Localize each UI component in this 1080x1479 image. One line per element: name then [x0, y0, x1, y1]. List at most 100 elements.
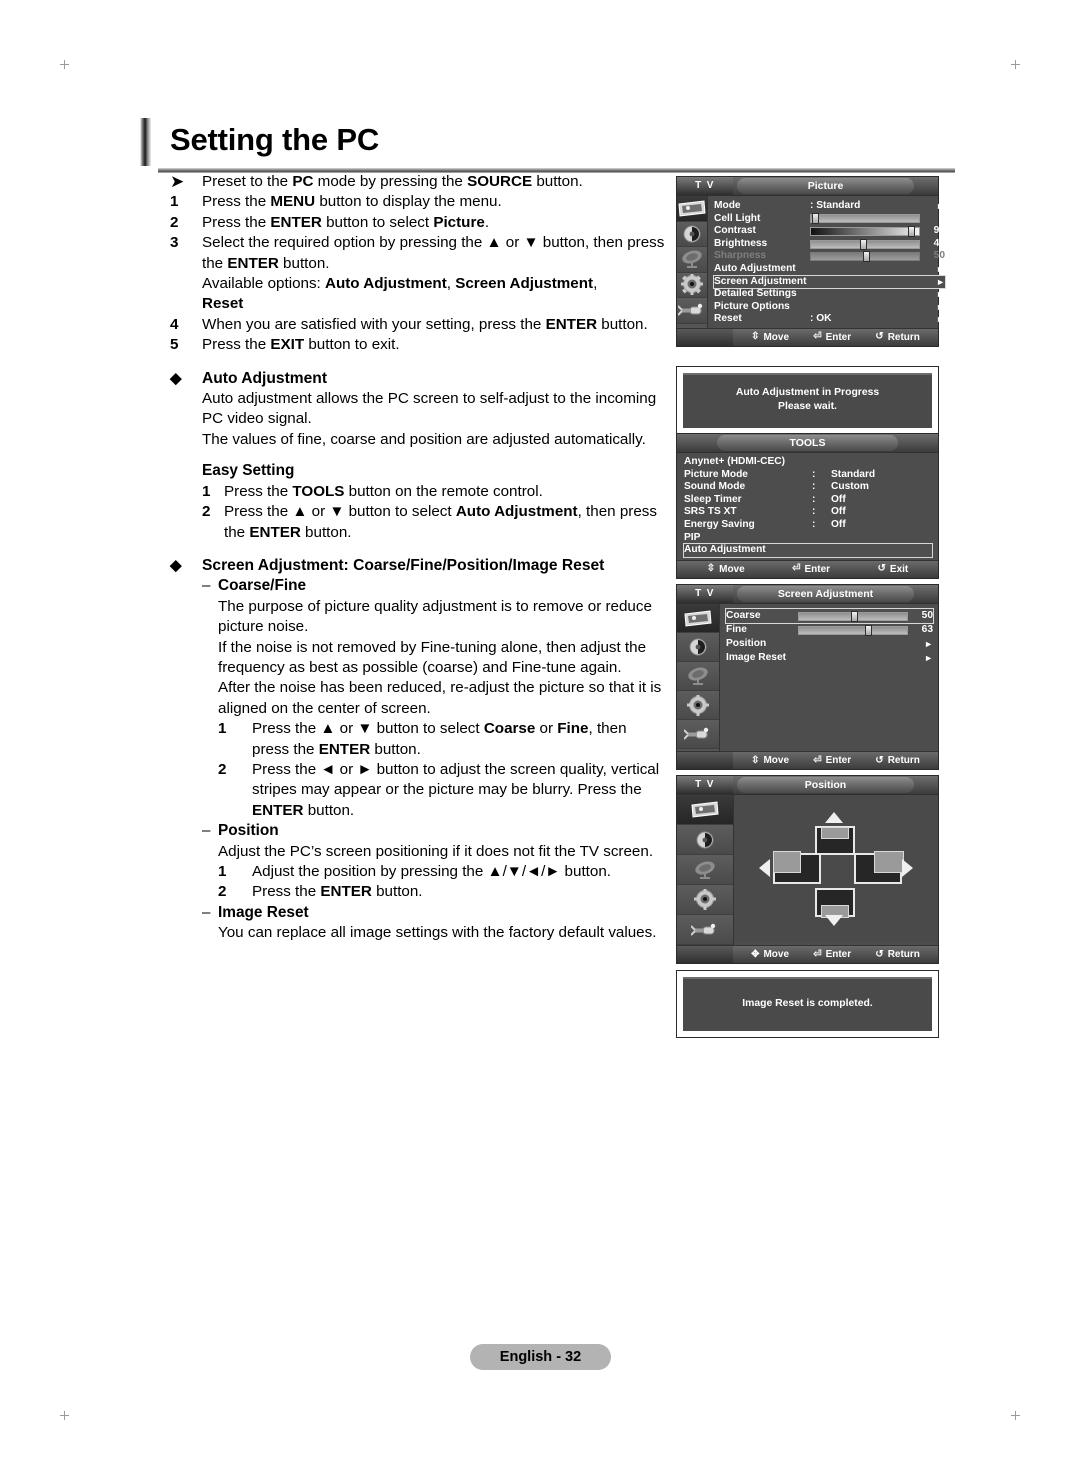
menu-row-mode[interactable]: Mode : Standard ► [714, 200, 945, 213]
brightness-slider[interactable] [810, 238, 920, 250]
down-arrow-icon [825, 915, 843, 926]
contrast-slider[interactable] [810, 225, 920, 237]
menu-row-brightness[interactable]: Brightness 45 [714, 238, 945, 251]
tools-row-pip[interactable]: PIP [684, 532, 932, 545]
sidebar-item-input[interactable] [677, 720, 719, 749]
coarse-slider[interactable] [798, 610, 908, 622]
row-label: Sound Mode [684, 481, 746, 493]
sidebar-item-picture[interactable] [677, 795, 733, 825]
menu-row-image-reset[interactable]: Image Reset ► [726, 651, 933, 665]
menu-row-fine[interactable]: Fine 63 [726, 623, 933, 637]
position-step-2: 2 Press the ENTER button. [218, 882, 665, 902]
tools-row-energy-saving[interactable]: Energy Saving : Off [684, 519, 932, 532]
tools-row-sleep-timer[interactable]: Sleep Timer : Off [684, 494, 932, 507]
sidebar-item-input[interactable] [677, 915, 733, 945]
sidebar-item-input[interactable] [677, 298, 707, 324]
row-label: Brightness [714, 237, 768, 249]
sidebar-item-channel[interactable] [677, 855, 733, 885]
step-number: 2 [170, 213, 179, 231]
footer-move-label: Move [719, 563, 745, 575]
menu-row-detailed-settings[interactable]: Detailed Settings ► [714, 288, 945, 301]
picture-icon [691, 801, 719, 818]
return-arrow-icon: ↺ [877, 563, 886, 575]
step-4: 4 When you are satisfied with your setti… [170, 315, 665, 335]
sidebar-item-sound[interactable] [677, 633, 719, 662]
sidebar-item-channel[interactable] [677, 247, 707, 273]
sound-icon [683, 225, 701, 243]
sidebar-item-sound[interactable] [677, 825, 733, 855]
sidebar-item-sound[interactable] [677, 221, 707, 247]
row-value: 7 [939, 212, 945, 224]
tools-row-sound-mode[interactable]: Sound Mode : Custom [684, 481, 932, 494]
footer-enter[interactable]: ⏎ Enter [813, 755, 851, 766]
fine-slider[interactable] [798, 624, 908, 636]
row-label: Mode [714, 200, 741, 211]
footer-move-label: Move [763, 949, 790, 960]
row-value: 63 [921, 623, 933, 635]
menu-row-reset[interactable]: Reset : OK ► [714, 313, 945, 326]
sidebar-item-setup[interactable] [677, 691, 719, 720]
footer-enter[interactable]: ⏎ Enter [792, 564, 830, 575]
enter-key-icon: ⏎ [813, 331, 822, 343]
diamond-bullet-icon: ◆ [170, 369, 182, 387]
menu-row-contrast[interactable]: Contrast 95 [714, 225, 945, 238]
step-number: 1 [170, 193, 179, 211]
position-diagram[interactable] [734, 795, 938, 942]
menu-row-screen-adjustment[interactable]: Screen Adjustment ► [713, 274, 946, 290]
osd-position-menu: T V Position ✥ Move ⏎ Enter ↺ Return [676, 775, 939, 964]
tv-tab-label: T V [677, 177, 733, 195]
footer-return-label: Return [887, 949, 920, 960]
setup-icon [694, 889, 716, 910]
footer-move[interactable]: ✥ Move [751, 949, 789, 960]
row-separator: : [812, 493, 816, 505]
row-value: Off [831, 518, 846, 530]
menu-row-cell-light[interactable]: Cell Light 7 [714, 213, 945, 226]
osd-body: Mode : Standard ► Cell Light 7 Contrast … [677, 196, 946, 328]
menu-row-auto-adjustment[interactable]: Auto Adjustment ► [714, 263, 945, 276]
footer-return[interactable]: ↺ Return [875, 755, 920, 766]
input-icon [678, 304, 703, 316]
image-reset-heading: Image Reset [218, 903, 309, 921]
cell-light-slider[interactable] [810, 213, 920, 225]
tools-row-anynet[interactable]: Anynet+ (HDMI-CEC) [684, 456, 932, 469]
sidebar-item-channel[interactable] [677, 662, 719, 691]
sound-icon [689, 638, 707, 656]
tools-row-auto-adjustment[interactable]: Auto Adjustment [683, 543, 933, 558]
osd-footer: ⇳ Move ⏎ Enter ↺ Exit [677, 559, 938, 578]
menu-row-coarse[interactable]: Coarse 50 [725, 608, 934, 624]
row-value: Custom [831, 481, 869, 493]
tools-row-srs-ts-xt[interactable]: SRS TS XT : Off [684, 506, 932, 519]
sidebar-item-setup[interactable] [677, 885, 733, 915]
title-accent-bar [140, 118, 151, 166]
footer-enter[interactable]: ⏎ Enter [813, 332, 851, 343]
coarse-fine-p3: After the noise has been reduced, re-adj… [218, 679, 662, 717]
row-value: : OK [810, 313, 832, 325]
footer-move[interactable]: ⇳ Move [751, 332, 789, 343]
crop-mark [1015, 1411, 1016, 1420]
osd-titlebar: T V Picture [677, 177, 938, 196]
step-1: 1 Press the MENU button to display the m… [170, 192, 665, 212]
row-separator: : [812, 481, 816, 493]
channel-icon [695, 861, 715, 879]
footer-move[interactable]: ⇳ Move [751, 755, 789, 766]
tools-row-picture-mode[interactable]: Picture Mode : Standard [684, 469, 932, 482]
footer-return[interactable]: ↺ Return [875, 332, 920, 343]
step-text: Press the ENTER button. [252, 883, 423, 901]
sidebar-item-picture[interactable] [677, 196, 707, 222]
menu-row-picture-options[interactable]: Picture Options ► [714, 301, 945, 314]
sidebar-item-picture[interactable] [677, 604, 719, 633]
step-number: 1 [202, 482, 211, 500]
sharpness-slider [810, 251, 920, 263]
osd-titlebar: TOOLS [677, 434, 938, 453]
enter-key-icon: ⏎ [813, 754, 822, 766]
row-label: Position [726, 637, 767, 649]
footer-exit[interactable]: ↺ Exit [878, 564, 909, 575]
footer-return[interactable]: ↺ Return [875, 949, 920, 960]
osd-body [677, 795, 938, 945]
osd-menu-list: Coarse 50 Fine 63 Position ► Image Reset… [720, 604, 938, 751]
sidebar-item-setup[interactable] [677, 272, 707, 298]
chevron-right-icon: ► [936, 301, 945, 312]
menu-row-position[interactable]: Position ► [726, 637, 933, 651]
footer-enter[interactable]: ⏎ Enter [813, 949, 851, 960]
footer-move[interactable]: ⇳ Move [707, 564, 745, 575]
